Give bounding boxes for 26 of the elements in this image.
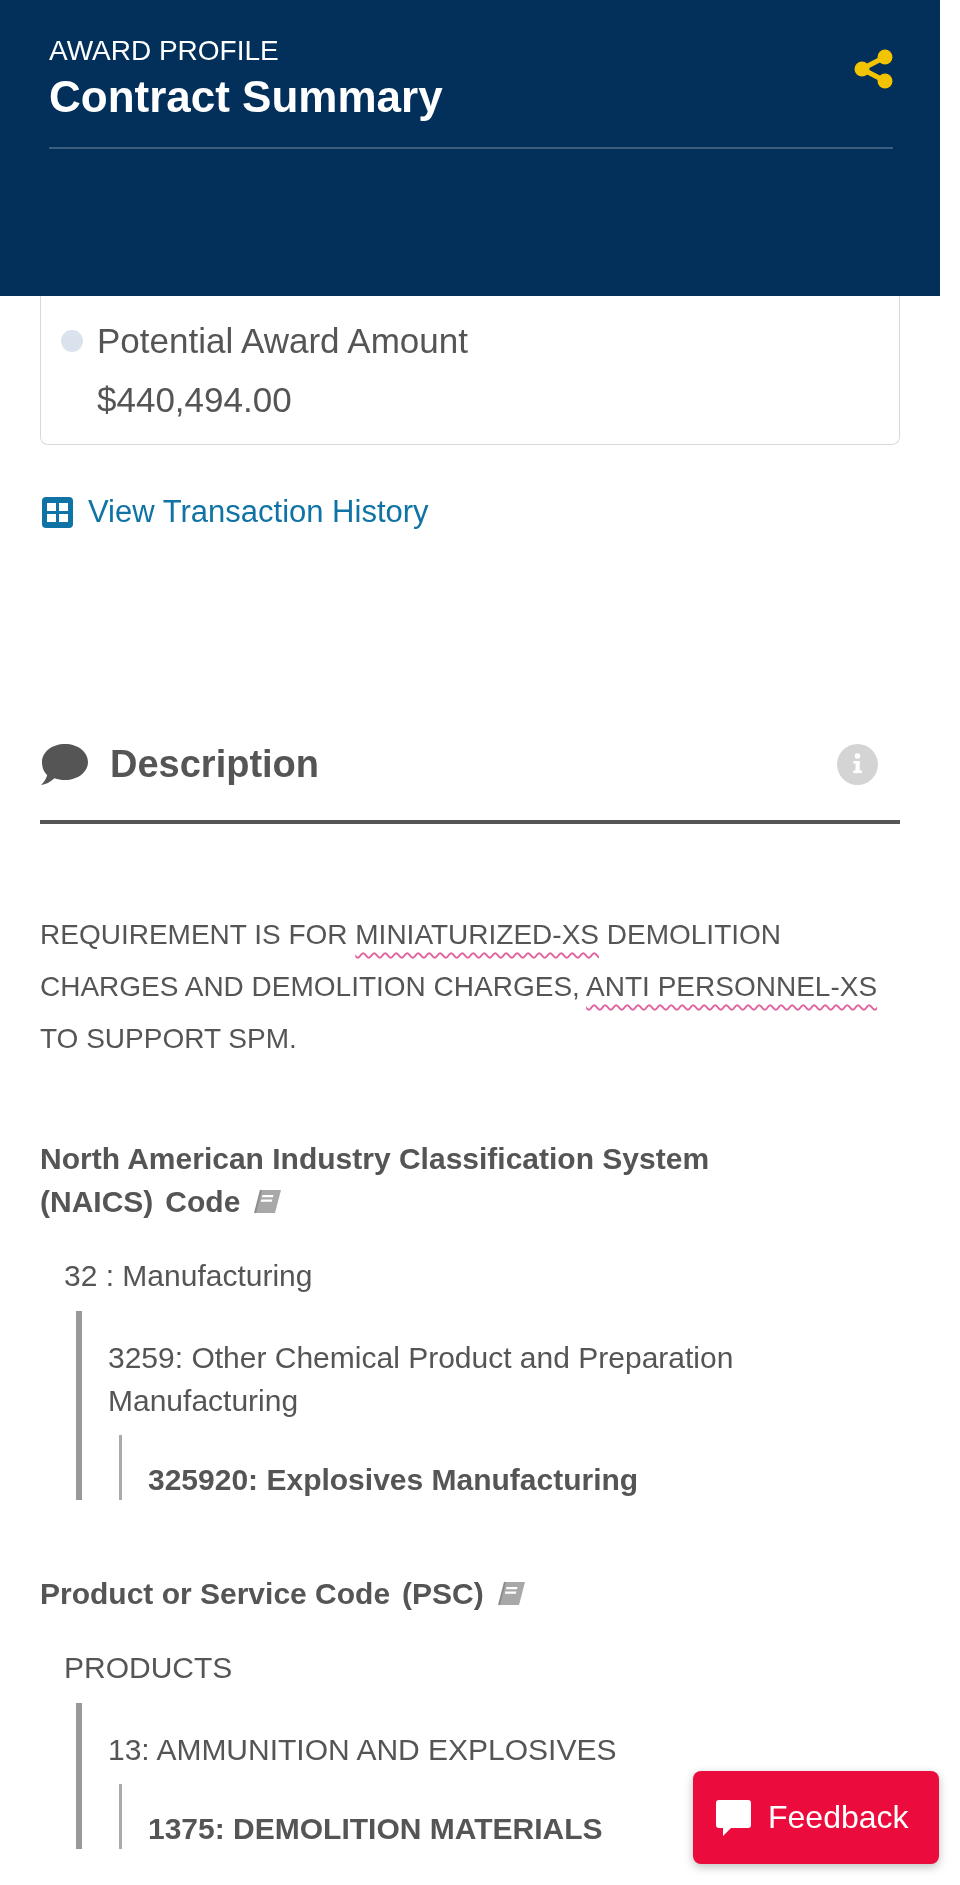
- page-title: Contract Summary: [49, 70, 443, 123]
- table-icon: [42, 496, 73, 528]
- tree-item: 1375: DEMOLITION MATERIALS: [148, 1811, 603, 1847]
- tree-item: 32 : Manufacturing: [64, 1258, 313, 1294]
- share-icon[interactable]: [854, 49, 893, 89]
- tree-item: 325920: Explosives Manufacturing: [148, 1462, 639, 1498]
- section-title: Code: [165, 1184, 241, 1220]
- tree-item: 13: AMMUNITION AND EXPLOSIVES: [108, 1732, 617, 1768]
- section-title: (NAICS): [40, 1184, 154, 1220]
- feedback-button[interactable]: Feedback: [693, 1771, 939, 1864]
- book-icon[interactable]: [252, 1188, 283, 1215]
- amount-label: Potential Award Amount: [97, 320, 468, 362]
- section-title: Description: [110, 742, 320, 786]
- section-title: Product or Service Code: [40, 1576, 391, 1612]
- section-title: North American Industry Classification System: [40, 1141, 710, 1177]
- legend-dot-icon: [61, 330, 83, 352]
- tree-item: PRODUCTS: [64, 1650, 233, 1686]
- page-eyebrow: AWARD PROFILE: [49, 34, 279, 68]
- description-text: REQUIREMENT IS FOR MINIATURIZED-XS DEMOLITION CHARGES AND DEMOLITION CHARGES, ANTI PERSONNEL-XS TO SUPPORT SPM.: [40, 918, 879, 1056]
- speech-bubble-icon: [715, 1797, 752, 1838]
- speech-bubble-icon: [40, 742, 88, 786]
- book-icon[interactable]: [495, 1580, 526, 1607]
- amount-value: $440,494.00: [97, 379, 292, 421]
- tree-item: 3259: Other Chemical Product and Preparation Manufacturing: [108, 1340, 735, 1419]
- section-title: (PSC): [402, 1576, 484, 1612]
- transaction-history-link[interactable]: View Transaction History: [42, 492, 429, 532]
